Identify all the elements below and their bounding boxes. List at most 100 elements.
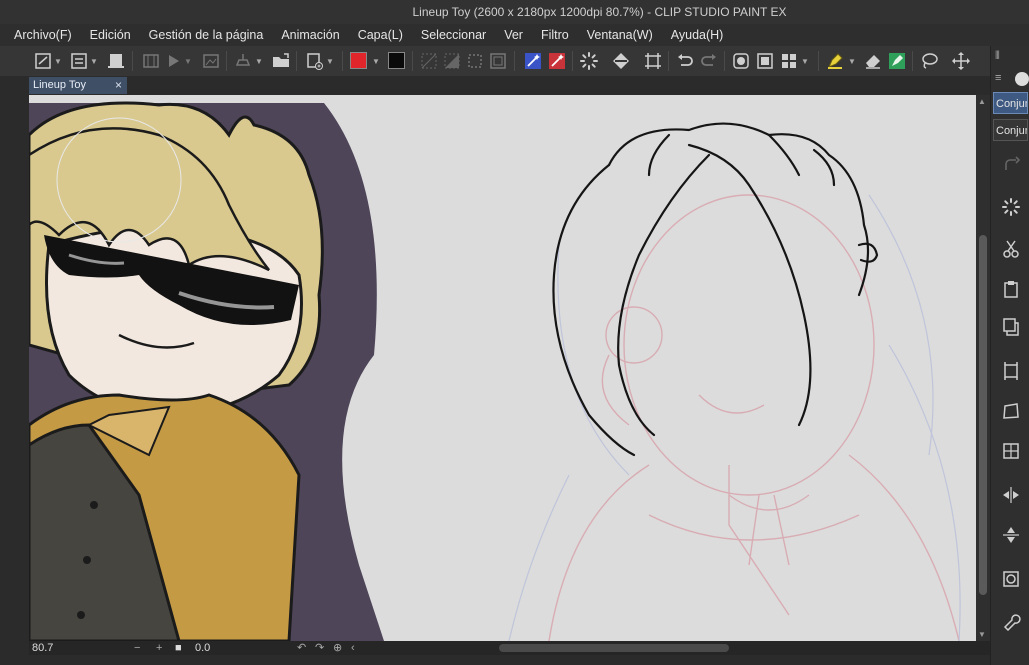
conjunto-button-1[interactable]: Conjun xyxy=(993,92,1028,114)
selection-border-icon[interactable] xyxy=(487,50,509,72)
zoom-out-button[interactable]: − xyxy=(134,641,140,655)
clear-icon[interactable] xyxy=(1000,568,1022,590)
toolbar-separator xyxy=(226,51,227,71)
menu-edicion[interactable]: Edición xyxy=(81,28,140,42)
toolbar-separator xyxy=(818,51,819,71)
flip-vertical-icon[interactable] xyxy=(1000,524,1022,546)
pen-icon[interactable] xyxy=(824,50,846,72)
settings-wrench-icon[interactable] xyxy=(1000,610,1022,632)
menu-ayuda[interactable]: Ayuda(H) xyxy=(662,28,733,42)
export-icon[interactable] xyxy=(200,50,222,72)
menu-archivo[interactable]: Archivo(F) xyxy=(0,28,81,42)
pen-dropdown-icon[interactable]: ▼ xyxy=(846,50,858,72)
toolbar-separator xyxy=(724,51,725,71)
redo-panel-icon[interactable] xyxy=(1000,154,1022,176)
menu-filtro[interactable]: Filtro xyxy=(532,28,578,42)
redo-icon[interactable] xyxy=(698,50,720,72)
mesh-transform-icon[interactable] xyxy=(1000,440,1022,462)
zoom-in-button[interactable]: + xyxy=(156,641,162,655)
layer-settings-icon[interactable] xyxy=(68,50,90,72)
layer-panel-icon[interactable] xyxy=(105,50,127,72)
vertical-scrollbar[interactable]: ▲ ▼ xyxy=(976,95,990,641)
right-tool-panel: ⦀ ≡ Conjun Conjun xyxy=(990,46,1029,665)
search-icon[interactable] xyxy=(1015,72,1029,86)
toolbar-separator xyxy=(342,51,343,71)
free-transform-icon[interactable] xyxy=(1000,400,1022,422)
status-bar: 80.7 − + ■ 0.0 ↶ ↷ ⊕ ‹ xyxy=(29,641,990,655)
menu-capa[interactable]: Capa(L) xyxy=(349,28,412,42)
scale-icon[interactable] xyxy=(1000,360,1022,382)
layer-mask-icon[interactable] xyxy=(730,50,752,72)
title-bar: Lineup Toy (2600 x 2180px 1200dpi 80.7%)… xyxy=(0,0,1029,24)
film-icon[interactable] xyxy=(754,50,776,72)
zoom-value[interactable]: 80.7 xyxy=(32,641,53,655)
main-color-dropdown-icon[interactable]: ▼ xyxy=(370,50,382,72)
drawing-canvas[interactable] xyxy=(29,95,976,641)
eraser-icon[interactable] xyxy=(862,50,884,72)
tone-icon[interactable] xyxy=(441,50,463,72)
toolbar-separator xyxy=(912,51,913,71)
cut-icon[interactable] xyxy=(1000,238,1022,260)
scroll-thumb[interactable] xyxy=(979,235,987,595)
transparent-icon[interactable] xyxy=(418,50,440,72)
artwork xyxy=(29,101,961,641)
timeline-icon[interactable] xyxy=(140,50,162,72)
grid-dropdown-icon[interactable]: ▼ xyxy=(799,50,811,72)
sub-color-swatch[interactable] xyxy=(388,52,405,69)
rotate-right-icon[interactable]: ↷ xyxy=(315,641,324,655)
conjunto-button-2[interactable]: Conjun xyxy=(993,119,1028,141)
crop-icon[interactable] xyxy=(642,50,664,72)
toolbar-separator xyxy=(412,51,413,71)
scroll-up-icon[interactable]: ▲ xyxy=(978,97,986,106)
new-canvas-icon[interactable] xyxy=(32,50,54,72)
print-dropdown-icon[interactable]: ▼ xyxy=(324,50,336,72)
main-color-swatch[interactable] xyxy=(350,52,367,69)
undo-icon[interactable] xyxy=(674,50,696,72)
toolbar-separator xyxy=(572,51,573,71)
green-pen-icon[interactable] xyxy=(886,50,908,72)
scroll-down-icon[interactable]: ▼ xyxy=(978,630,986,639)
play-icon[interactable] xyxy=(162,50,184,72)
menu-animacion[interactable]: Animación xyxy=(272,28,348,42)
fill-icon[interactable] xyxy=(610,50,632,72)
layer-settings-dropdown-icon[interactable]: ▼ xyxy=(88,50,100,72)
stop-icon[interactable]: ■ xyxy=(175,641,182,655)
print-icon[interactable] xyxy=(303,50,325,72)
toolbar-separator xyxy=(132,51,133,71)
status-bottom-strip xyxy=(0,655,990,665)
reset-rotation-icon[interactable]: ⊕ xyxy=(333,641,342,655)
menu-seleccionar[interactable]: Seleccionar xyxy=(412,28,495,42)
window-title: Lineup Toy (2600 x 2180px 1200dpi 80.7%)… xyxy=(412,5,787,19)
toolbar-separator xyxy=(296,51,297,71)
paste-dropdown-icon[interactable]: ▼ xyxy=(253,50,265,72)
menu-ventana[interactable]: Ventana(W) xyxy=(578,28,662,42)
menu-bar: Archivo(F) Edición Gestión de la página … xyxy=(0,24,1029,46)
open-folder-icon[interactable] xyxy=(270,50,292,72)
left-dock-strip: » xyxy=(0,46,29,665)
play-dropdown-icon[interactable]: ▼ xyxy=(182,50,194,72)
magic-wand-icon[interactable] xyxy=(522,50,544,72)
lasso-icon[interactable] xyxy=(918,50,940,72)
copy-icon[interactable] xyxy=(1000,316,1022,338)
scroll-left-icon[interactable]: ‹ xyxy=(351,641,355,655)
loading-icon[interactable] xyxy=(578,50,600,72)
menu-ver[interactable]: Ver xyxy=(495,28,532,42)
move-icon[interactable] xyxy=(950,50,972,72)
close-tab-icon[interactable]: × xyxy=(115,77,122,94)
document-tab-label: Lineup Toy xyxy=(33,79,87,91)
magic-wand-red-icon[interactable] xyxy=(546,50,568,72)
selection-area-icon[interactable] xyxy=(464,50,486,72)
menu-gestion-pagina[interactable]: Gestión de la página xyxy=(140,28,273,42)
flip-horizontal-icon[interactable] xyxy=(1000,484,1022,506)
paste-panel-icon[interactable] xyxy=(1000,278,1022,300)
panel-menu-icon[interactable]: ≡ xyxy=(995,72,1001,84)
new-canvas-dropdown-icon[interactable]: ▼ xyxy=(52,50,64,72)
paste-icon[interactable] xyxy=(232,50,254,72)
loading-panel-icon[interactable] xyxy=(1000,196,1022,218)
rotate-left-icon[interactable]: ↶ xyxy=(297,641,306,655)
rotation-value[interactable]: 0.0 xyxy=(195,641,210,655)
panel-collapse-icon[interactable]: ⦀ xyxy=(995,50,1000,63)
grid-icon[interactable] xyxy=(778,50,800,72)
document-tab[interactable]: Lineup Toy × xyxy=(29,77,127,94)
horizontal-scroll-thumb[interactable] xyxy=(499,644,729,652)
